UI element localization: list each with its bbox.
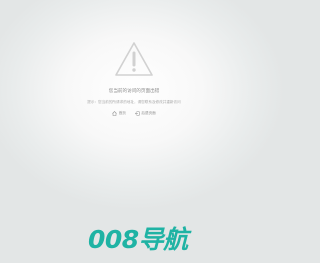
home-icon bbox=[112, 111, 117, 116]
brand-logo-text: 008导航 bbox=[88, 225, 188, 254]
brand-logo[interactable]: 008导航 bbox=[88, 224, 224, 256]
back-link[interactable]: 后退页面 bbox=[135, 111, 156, 116]
home-label: 首页 bbox=[118, 111, 126, 115]
back-label: 后退页面 bbox=[141, 111, 156, 115]
home-link[interactable]: 首页 bbox=[112, 111, 126, 116]
error-panel: 您当前的访问的页面出错 提示：您当前的所请求的地址，请您联系及修改并重新访问 首… bbox=[0, 0, 268, 130]
back-icon bbox=[135, 111, 140, 116]
error-actions: 首页 后退页面 bbox=[0, 111, 268, 116]
error-hint: 提示：您当前的所请求的地址，请您联系及修改并重新访问 bbox=[87, 100, 181, 104]
warning-triangle-icon bbox=[115, 42, 153, 76]
error-title: 您当前的访问的页面出错 bbox=[108, 89, 160, 94]
